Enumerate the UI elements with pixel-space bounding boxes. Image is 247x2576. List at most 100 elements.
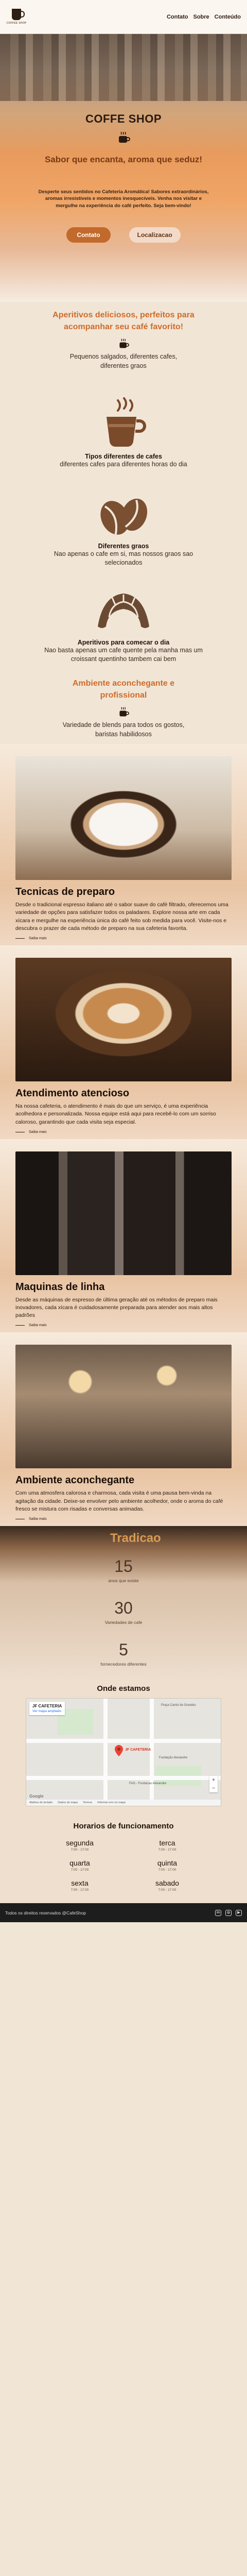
coffee-cup-icon	[119, 707, 129, 717]
day-name: sabado	[155, 1879, 179, 1888]
day-hours: 7:00 - 17:00	[70, 1888, 89, 1892]
hours-day: segunda 7:00 - 17:00	[36, 1839, 123, 1852]
social-links: in ◎ ▶	[215, 1909, 242, 1916]
feature-item: Diferentes graos Nao apenas o cafe em si…	[0, 492, 247, 568]
feature-title: Aperitivos para comecar o dia	[77, 638, 170, 646]
card-title: Ambiente aconchegante	[15, 1475, 135, 1486]
latte-art-photo	[15, 958, 232, 1082]
location-button[interactable]: Localizacao	[129, 227, 181, 243]
hero-buttons: Contato Localizacao	[0, 227, 247, 243]
day-hours: 7:00 - 17:00	[70, 1848, 89, 1852]
features-subtitle: Pequenos salgados, diferentes cafes, dif…	[69, 353, 178, 369]
coffee-beans-icon	[100, 498, 148, 535]
cafe-interior-photo	[15, 1345, 232, 1469]
card-text: Com uma atmosfera calorosa e charmosa, c…	[15, 1490, 223, 1512]
nav-link-sobre[interactable]: Sobre	[193, 14, 209, 20]
top-navbar: COFFEE SHOP Contato Sobre Conteúdo	[0, 0, 247, 34]
divider-line	[15, 1325, 25, 1326]
stats-banner: Tradicao	[0, 1526, 247, 1549]
map-place-label: Fundação Alexandre	[159, 1756, 188, 1760]
stat-item: 15 anos que existe	[0, 1557, 247, 1583]
day-name: quinta	[157, 1859, 178, 1868]
nav-link-contato[interactable]: Contato	[167, 14, 188, 20]
map-footer-link[interactable]: Atalhos do teclado	[29, 1801, 52, 1804]
day-name: terca	[159, 1839, 175, 1848]
feature-title: Diferentes graos	[98, 542, 149, 550]
nav-link-conteudo[interactable]: Conteúdo	[215, 14, 241, 20]
card-title: Maquinas de linha	[15, 1281, 105, 1293]
map-enlarge-link[interactable]: Ver mapa ampliado	[32, 1709, 62, 1713]
day-hours: 7:00 - 17:00	[70, 1868, 89, 1872]
hours-grid: segunda 7:00 - 17:00 terca 7:00 - 17:00 …	[0, 1839, 247, 1892]
day-hours: 7:00 - 17:00	[158, 1848, 177, 1852]
card-text: Desde as máquinas de espresso de última …	[15, 1296, 218, 1319]
day-name: quarta	[69, 1859, 90, 1868]
zoom-out-icon[interactable]: −	[209, 1784, 218, 1792]
features-section: Aperitivos deliciosos, perfeitos para ac…	[0, 302, 247, 744]
logo[interactable]: COFFEE SHOP	[6, 5, 27, 29]
ambience-title: Ambiente aconchegante e profissional	[72, 679, 175, 700]
card-maquinas: Maquinas de linha Desde as máquinas de e…	[0, 1139, 247, 1333]
map-pin-label: JF CAFETERIA	[125, 1748, 151, 1752]
coffee-cup-photo	[15, 756, 232, 880]
hours-day: sexta 7:00 - 17:00	[36, 1879, 123, 1892]
zoom-in-icon[interactable]: +	[209, 1776, 218, 1784]
linkedin-icon[interactable]: in	[215, 1909, 221, 1916]
hours-day: quinta 7:00 - 17:00	[123, 1859, 211, 1872]
hours-day: quarta 7:00 - 17:00	[36, 1859, 123, 1872]
location-section: Onde estamos JF CAFETERIA Ver mapa ampli…	[0, 1682, 247, 1812]
coffee-cup-icon	[119, 131, 130, 143]
youtube-icon[interactable]: ▶	[236, 1909, 242, 1916]
stat-label: Variedades de cafe	[104, 1620, 143, 1625]
copyright-text: Todos os direitos reservados @CafeShop	[5, 1910, 86, 1916]
divider-line	[15, 938, 25, 939]
stats-banner-title: Tradicao	[110, 1531, 161, 1546]
map-footer-link[interactable]: Informar erro no mapa	[97, 1801, 126, 1804]
location-title: Onde estamos	[97, 1684, 150, 1693]
croissant-icon	[98, 593, 149, 628]
stat-item: 5 fornecedores diferentes	[0, 1640, 247, 1667]
read-more-link[interactable]: Saiba mais	[15, 1517, 232, 1521]
read-more-link[interactable]: Saiba mais	[15, 937, 232, 940]
day-name: segunda	[66, 1839, 94, 1848]
features-title: Aperitivos deliciosos, perfeitos para ac…	[52, 311, 195, 332]
hero-section: COFFE SHOP Sabor que encanta, aroma que …	[0, 34, 247, 302]
read-more-link[interactable]: Saiba mais	[15, 1324, 232, 1327]
stat-label: fornecedores diferentes	[100, 1662, 147, 1667]
stat-item: 30 Variedades de cafe	[0, 1599, 247, 1625]
embedded-map[interactable]: JF CAFETERIA Ver mapa ampliado Praça Can…	[26, 1698, 221, 1807]
card-ambiente: Ambiente aconchegante Com uma atmosfera …	[0, 1332, 247, 1527]
stat-number: 5	[119, 1640, 128, 1659]
read-more-label: Saiba mais	[29, 1130, 47, 1134]
card-tecnicas: Tecnicas de preparo Desde o tradicional …	[0, 744, 247, 946]
feature-text: Nao apenas o cafe em si, mas nossos grao…	[54, 550, 193, 567]
map-road	[103, 1699, 108, 1806]
map-info-card: JF CAFETERIA Ver mapa ampliado	[29, 1702, 65, 1716]
feature-item: Tipos diferentes de cafes diferentes caf…	[0, 397, 247, 469]
map-footer-link[interactable]: Dados do mapa	[58, 1801, 78, 1804]
logo-text: COFFEE SHOP	[6, 22, 27, 25]
stat-label: anos que existe	[108, 1578, 139, 1584]
card-text: Na nossa cafeteria, o atendimento é mais…	[15, 1103, 216, 1125]
map-road	[150, 1699, 154, 1806]
contact-button[interactable]: Contato	[66, 227, 111, 243]
read-more-label: Saiba mais	[29, 1517, 47, 1521]
hero-tagline: Sabor que encanta, aroma que seduz!	[44, 155, 203, 164]
map-footer-link[interactable]: Termos	[83, 1801, 92, 1804]
map-zoom-controls: + −	[209, 1776, 218, 1793]
read-more-link[interactable]: Saiba mais	[15, 1130, 232, 1134]
hero-description: Desperte seus sentidos no Cafeteria Arom…	[38, 189, 209, 209]
site-footer: Todos os direitos reservados @CafeShop i…	[0, 1903, 247, 1923]
instagram-icon[interactable]: ◎	[225, 1909, 232, 1916]
stat-number: 15	[114, 1557, 133, 1576]
read-more-label: Saiba mais	[29, 1324, 47, 1328]
day-hours: 7:00 - 17:00	[158, 1868, 177, 1872]
map-pin-icon[interactable]	[115, 1745, 123, 1757]
card-text: Desde o tradicional espresso italiano at…	[15, 902, 228, 931]
day-hours: 7:00 - 17:00	[158, 1888, 177, 1892]
hero-title: COFFE SHOP	[85, 112, 162, 125]
card-atendimento: Atendimento atencioso Na nossa cafeteria…	[0, 945, 247, 1139]
main-nav: Contato Sobre Conteúdo	[167, 14, 241, 20]
ambience-text: Variedade de blends para todos os gostos…	[62, 721, 185, 738]
espresso-machine-photo	[15, 1151, 232, 1275]
